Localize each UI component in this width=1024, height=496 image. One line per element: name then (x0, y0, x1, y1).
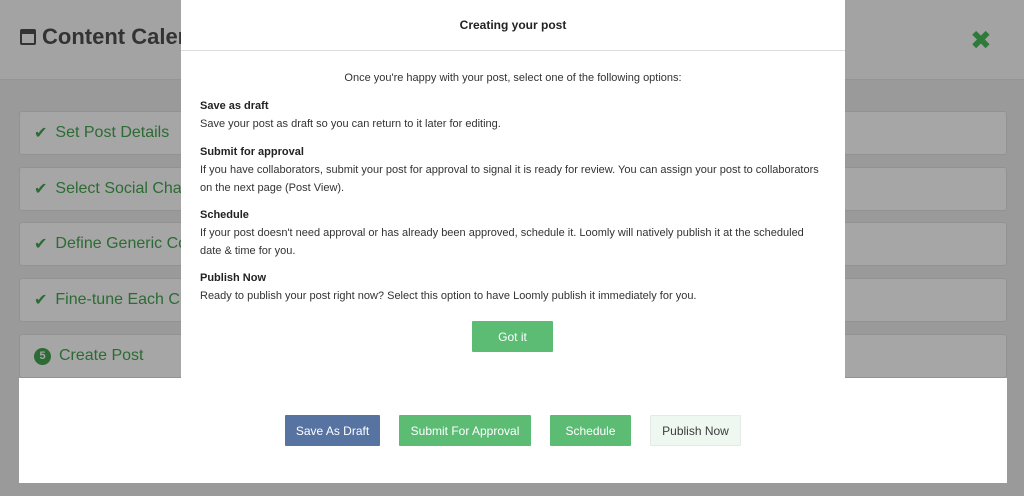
section-heading: Schedule (200, 209, 249, 221)
section-heading: Save as draft (200, 100, 269, 112)
section-text: If you have collaborators, submit your p… (200, 164, 819, 194)
step-label: Select Social Chan (55, 180, 191, 197)
section-text: Save your post as draft so you can retur… (200, 118, 501, 130)
step-label: Set Post Details (55, 124, 170, 141)
step-label: Create Post (59, 347, 144, 364)
submit-for-approval-button[interactable]: Submit For Approval (399, 415, 531, 446)
checkmark-icon: ✔ (34, 125, 48, 142)
page-title: Content Calend (20, 24, 205, 50)
step-label: Fine-tune Each Ch (55, 291, 189, 308)
step-label: Define Generic Co (55, 235, 188, 252)
creating-post-modal: Creating your post Once you're happy wit… (181, 0, 845, 378)
checkmark-icon: ✔ (34, 236, 48, 253)
calendar-icon (20, 29, 36, 45)
section-submit-for-approval: Submit for approval If you have collabor… (200, 143, 820, 197)
section-text: If your post doesn't need approval or ha… (200, 227, 804, 257)
save-as-draft-button[interactable]: Save As Draft (285, 415, 380, 446)
modal-intro: Once you're happy with your post, select… (344, 72, 682, 84)
checkmark-icon: ✔ (34, 181, 48, 198)
section-save-as-draft: Save as draft Save your post as draft so… (200, 97, 820, 133)
section-text: Ready to publish your post right now? Se… (200, 290, 697, 302)
section-heading: Submit for approval (200, 146, 304, 158)
post-actions-panel: Save As Draft Submit For Approval Schedu… (19, 378, 1007, 483)
section-publish-now: Publish Now Ready to publish your post r… (200, 269, 820, 305)
section-schedule: Schedule If your post doesn't need appro… (200, 206, 820, 260)
schedule-button[interactable]: Schedule (550, 415, 631, 446)
modal-title: Creating your post (181, 0, 845, 51)
got-it-button[interactable]: Got it (472, 321, 553, 352)
close-x-icon[interactable]: ✖ (970, 27, 992, 53)
publish-now-button[interactable]: Publish Now (650, 415, 741, 446)
step-number-badge: 5 (34, 347, 51, 365)
section-heading: Publish Now (200, 272, 266, 284)
checkmark-icon: ✔ (34, 292, 48, 309)
